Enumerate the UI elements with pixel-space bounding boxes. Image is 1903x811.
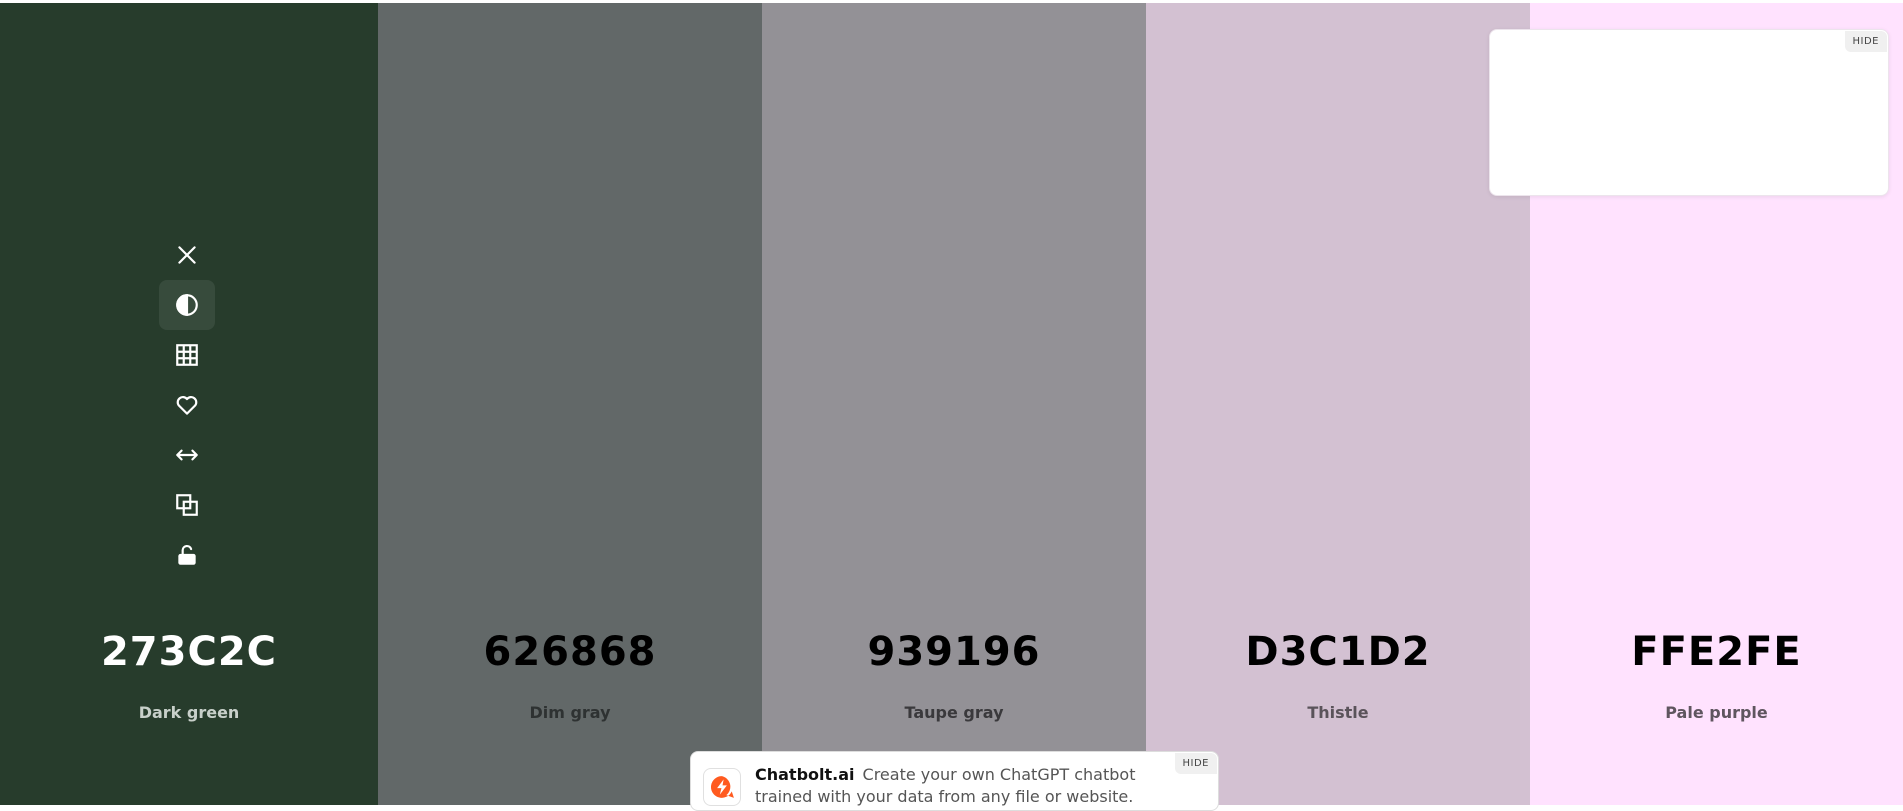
swatch-4[interactable]: D3C1D2 Thistle [1146, 3, 1530, 805]
swatch-color-name[interactable]: Dark green [0, 703, 378, 722]
swatch-color-name[interactable]: Taupe gray [762, 703, 1146, 722]
heart-icon [176, 396, 198, 415]
grid-icon [176, 344, 198, 366]
unlock-icon [178, 544, 196, 565]
chatbolt-banner[interactable]: Chatbolt.ai Create your own ChatGPT chatb… [690, 751, 1219, 811]
swatch-toolbar [159, 230, 215, 580]
grid-button[interactable] [159, 330, 215, 380]
swatch-hex[interactable]: 939196 [762, 629, 1146, 675]
swatch-color-name[interactable]: Pale purple [1530, 703, 1903, 722]
ad-box: HIDE [1489, 29, 1889, 196]
drag-arrows-icon [176, 449, 198, 461]
lock-color-button[interactable] [159, 530, 215, 580]
lightning-chat-icon [710, 776, 734, 798]
swatch-hex[interactable]: 273C2C [0, 629, 378, 675]
drag-button[interactable] [159, 430, 215, 480]
hide-ad-button[interactable]: HIDE [1844, 31, 1887, 52]
banner-text: Chatbolt.ai Create your own ChatGPT chatb… [755, 764, 1155, 808]
swatch-color-name[interactable]: Thistle [1146, 703, 1530, 722]
swatch-color-name[interactable]: Dim gray [378, 703, 762, 722]
copy-hex-button[interactable] [159, 480, 215, 530]
hide-banner-button[interactable]: HIDE [1174, 753, 1217, 774]
copy-icon [176, 494, 198, 516]
close-icon [178, 246, 196, 264]
swatch-hex[interactable]: FFE2FE [1530, 629, 1903, 675]
banner-brand: Chatbolt.ai [755, 765, 855, 784]
save-color-button[interactable] [159, 380, 215, 430]
swatch-3[interactable]: 939196 Taupe gray [762, 3, 1146, 805]
view-shades-button[interactable] [159, 280, 215, 330]
swatch-1[interactable]: 273C2C Dark green [0, 3, 378, 805]
swatch-hex[interactable]: D3C1D2 [1146, 629, 1530, 675]
remove-color-button[interactable] [159, 230, 215, 280]
chatbolt-logo [703, 768, 741, 806]
swatch-2[interactable]: 626868 Dim gray [378, 3, 762, 805]
contrast-icon [176, 294, 198, 316]
swatch-hex[interactable]: 626868 [378, 629, 762, 675]
